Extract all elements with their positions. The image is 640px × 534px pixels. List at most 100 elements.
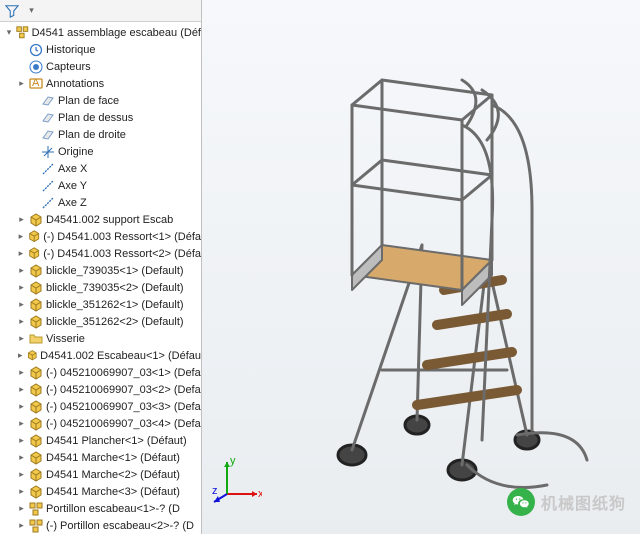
tree-item[interactable]: ▸ Portillon escabeau<1>-? (D	[0, 500, 201, 517]
tree-item[interactable]: Origine	[0, 143, 201, 160]
wechat-icon	[507, 488, 535, 516]
part-icon	[27, 229, 41, 245]
tree-item-label: Annotations	[46, 78, 104, 90]
axis-triad: x y z	[212, 454, 262, 504]
feature-tree[interactable]: ▾ D4541 assemblage escabeau (Déf Histori…	[0, 22, 201, 534]
tree-item[interactable]: ▸ D4541 Marche<1> (Défaut)	[0, 449, 201, 466]
part-icon	[28, 484, 44, 500]
tree-item[interactable]: ▸(-) 045210069907_03<4> (Defa	[0, 415, 201, 432]
tree-item[interactable]: ▸ blickle_351262<2> (Default)	[0, 313, 201, 330]
expand-spacer	[28, 197, 39, 208]
tree-item-label: blickle_351262<2> (Default)	[46, 316, 184, 328]
expand-spacer	[28, 146, 39, 157]
tree-item[interactable]: Plan de droite	[0, 126, 201, 143]
tree-item[interactable]: ▸ (-) D4541.003 Ressort<2> (Défa	[0, 245, 201, 262]
part-icon	[27, 246, 41, 262]
tree-item[interactable]: ▸(-) D4541.003 Ressort<1> (Défa	[0, 228, 201, 245]
tree-item-label: Plan de droite	[58, 129, 126, 141]
expand-icon[interactable]: ▸	[16, 520, 27, 531]
tree-filter-bar: ▾	[0, 0, 201, 22]
expand-icon[interactable]: ▸	[16, 452, 27, 463]
tree-item[interactable]: Axe X	[0, 160, 201, 177]
expand-icon[interactable]: ▸	[16, 469, 27, 480]
tree-item-label: (-) 045210069907_03<2> (Defa	[46, 384, 201, 396]
tree-item-label: Visserie	[46, 333, 85, 345]
axis-z-label: z	[212, 485, 218, 497]
tree-root-label: D4541 assemblage escabeau (Déf	[32, 27, 201, 39]
expand-icon[interactable]: ▸	[16, 350, 25, 361]
part-icon	[28, 467, 44, 483]
axis-icon	[40, 161, 56, 177]
expand-icon[interactable]: ▸	[16, 78, 27, 89]
tree-item[interactable]: ▸D4541 Plancher<1> (Défaut)	[0, 432, 201, 449]
tree-item-label: (-) 045210069907_03<3> (Defa	[46, 401, 201, 413]
model-preview	[232, 10, 632, 510]
collapse-icon[interactable]: ▾	[4, 27, 14, 38]
expand-icon[interactable]: ▸	[16, 316, 27, 327]
tree-item[interactable]: Plan de dessus	[0, 109, 201, 126]
tree-item[interactable]: Historique	[0, 41, 201, 58]
expand-icon[interactable]: ▸	[16, 333, 27, 344]
expand-icon[interactable]: ▸	[16, 418, 27, 429]
graphics-viewport[interactable]: x y z 机械图纸狗	[202, 0, 640, 534]
tree-item[interactable]: ▸ Visserie	[0, 330, 201, 347]
expand-spacer	[28, 180, 39, 191]
tree-item-label: D4541.002 support Escab	[46, 214, 173, 226]
expand-icon[interactable]: ▸	[16, 214, 27, 225]
tree-root[interactable]: ▾ D4541 assemblage escabeau (Déf	[0, 24, 201, 41]
expand-icon[interactable]: ▸	[16, 282, 27, 293]
expand-icon[interactable]: ▸	[16, 384, 27, 395]
watermark: 机械图纸狗	[507, 488, 626, 516]
axis-x-label: x	[258, 488, 262, 500]
assembly-icon	[15, 25, 30, 41]
part-icon	[26, 348, 39, 364]
tree-item-label: Plan de face	[58, 95, 119, 107]
tree-item-label: blickle_351262<1> (Default)	[46, 299, 184, 311]
asm-icon	[28, 501, 44, 517]
tree-item-label: (-) D4541.003 Ressort<2> (Défa	[43, 248, 201, 260]
part-icon	[28, 433, 44, 449]
tree-item[interactable]: ▸AAnnotations	[0, 75, 201, 92]
tree-item[interactable]: ▸ D4541.002 support Escab	[0, 211, 201, 228]
tree-item[interactable]: ▸D4541 Marche<3> (Défaut)	[0, 483, 201, 500]
expand-icon[interactable]: ▸	[16, 231, 26, 242]
tree-item-label: Historique	[46, 44, 96, 56]
tree-item[interactable]: ▸D4541.002 Escabeau<1> (Défau	[0, 347, 201, 364]
expand-icon[interactable]: ▸	[16, 435, 27, 446]
tree-item[interactable]: ▸ blickle_351262<1> (Default)	[0, 296, 201, 313]
tree-item[interactable]: Capteurs	[0, 58, 201, 75]
axis-y-label: y	[230, 455, 236, 467]
expand-icon[interactable]: ▸	[16, 367, 27, 378]
tree-item-label: Plan de dessus	[58, 112, 133, 124]
tree-item[interactable]: Axe Y	[0, 177, 201, 194]
expand-icon[interactable]: ▸	[16, 248, 26, 259]
annotations-icon: A	[28, 76, 44, 92]
expand-icon[interactable]: ▸	[16, 265, 27, 276]
tree-item[interactable]: ▸blickle_739035<1> (Default)	[0, 262, 201, 279]
filter-dropdown-icon[interactable]: ▾	[26, 5, 37, 16]
tree-item[interactable]: Axe Z	[0, 194, 201, 211]
tree-item[interactable]: ▸(-) Portillon escabeau<2>-? (D	[0, 517, 201, 534]
expand-icon[interactable]: ▸	[16, 486, 27, 497]
expand-icon[interactable]: ▸	[16, 503, 27, 514]
tree-item[interactable]: ▸ (-) 045210069907_03<3> (Defa	[0, 398, 201, 415]
part-icon	[28, 212, 44, 228]
tree-item[interactable]: ▸(-) 045210069907_03<1> (Defa	[0, 364, 201, 381]
part-icon	[28, 416, 44, 432]
tree-item[interactable]: ▸ blickle_739035<2> (Default)	[0, 279, 201, 296]
expand-icon[interactable]: ▸	[16, 299, 27, 310]
tree-item-label: Axe Z	[58, 197, 87, 209]
tree-item-label: D4541 Marche<1> (Défaut)	[46, 452, 180, 464]
history-icon	[28, 42, 44, 58]
part-icon	[28, 297, 44, 313]
tree-item[interactable]: Plan de face	[0, 92, 201, 109]
tree-item[interactable]: ▸D4541 Marche<2> (Défaut)	[0, 466, 201, 483]
tree-item[interactable]: ▸ (-) 045210069907_03<2> (Defa	[0, 381, 201, 398]
filter-icon[interactable]	[4, 3, 20, 19]
tree-item-label: Portillon escabeau<1>-? (D	[46, 503, 180, 515]
part-icon	[28, 263, 44, 279]
expand-icon[interactable]: ▸	[16, 401, 27, 412]
tree-item-label: Axe Y	[58, 180, 87, 192]
tree-item-label: blickle_739035<2> (Default)	[46, 282, 184, 294]
expand-spacer	[28, 163, 39, 174]
